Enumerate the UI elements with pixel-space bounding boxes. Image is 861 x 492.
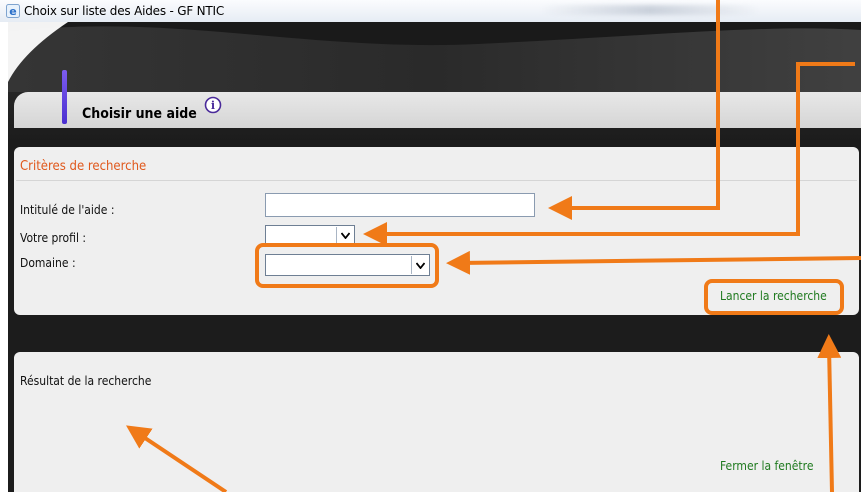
frame-left-border [0,22,8,492]
close-window-button[interactable]: Fermer la fenêtre [720,459,813,473]
blurred-title-text [540,5,760,15]
domaine-label: Domaine : [20,256,76,270]
header-swoosh [8,22,861,92]
intitule-input[interactable] [265,193,535,217]
criteria-section-title: Critères de recherche [20,159,147,174]
search-criteria-panel: Critères de recherche Intitulé de l'aide… [14,147,859,315]
intitule-label: Intitulé de l'aide : [20,203,115,217]
page-frame: Choisir une aide i Critères de recherche… [0,22,861,492]
window-title: Choix sur liste des Aides - GF NTIC [24,4,225,18]
search-button[interactable]: Lancer la recherche [720,289,827,303]
window-titlebar: e Choix sur liste des Aides - GF NTIC [0,0,861,23]
info-icon[interactable]: i [204,96,222,114]
chevron-down-icon[interactable] [411,256,428,274]
page-title: Choisir une aide [82,106,197,122]
svg-text:i: i [211,99,215,112]
profil-label: Votre profil : [20,231,87,245]
svg-text:e: e [9,5,16,18]
ie-icon: e [6,4,20,18]
results-title: Résultat de la recherche [20,374,152,388]
profil-select[interactable] [265,225,355,245]
chevron-down-icon[interactable] [336,227,353,243]
domaine-select[interactable] [265,254,430,276]
results-panel: Résultat de la recherche Fermer la fenêt… [14,352,859,492]
title-strip: Choisir une aide i [14,70,861,128]
section-divider [16,180,857,181]
header-accent-bar [62,70,67,124]
